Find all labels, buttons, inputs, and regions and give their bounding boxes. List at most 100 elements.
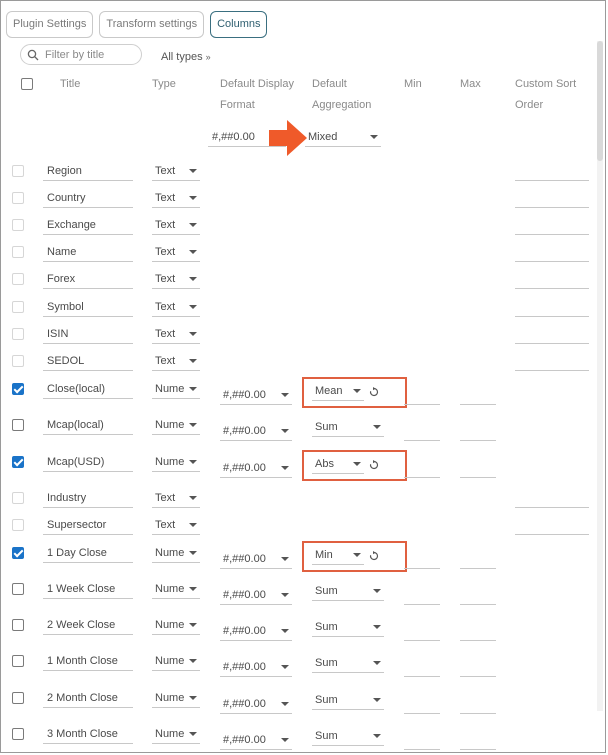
min-input[interactable]	[404, 585, 440, 605]
min-input[interactable]	[404, 549, 440, 569]
row-checkbox[interactable]	[12, 419, 24, 431]
custom-sort-input[interactable]	[515, 488, 589, 508]
column-type-select[interactable]: Nume	[152, 452, 200, 472]
min-input[interactable]	[404, 730, 440, 750]
row-checkbox[interactable]	[12, 246, 24, 258]
custom-sort-input[interactable]	[515, 324, 589, 344]
custom-sort-input[interactable]	[515, 297, 589, 317]
max-input[interactable]	[460, 385, 496, 405]
tab-plugin-settings[interactable]: Plugin Settings	[6, 11, 94, 38]
column-title-input[interactable]: 1 Month Close	[43, 651, 133, 671]
row-checkbox[interactable]	[12, 492, 24, 504]
column-type-select[interactable]: Text	[152, 161, 200, 181]
aggregation-select[interactable]: Sum	[312, 581, 384, 601]
column-type-select[interactable]: Nume	[152, 688, 200, 708]
column-title-input[interactable]: 3 Month Close	[43, 724, 133, 744]
row-checkbox[interactable]	[12, 355, 24, 367]
column-type-select[interactable]: Nume	[152, 579, 200, 599]
custom-sort-input[interactable]	[515, 242, 589, 262]
column-type-select[interactable]: Text	[152, 351, 200, 371]
min-input[interactable]	[404, 694, 440, 714]
column-type-select[interactable]: Text	[152, 297, 200, 317]
min-input[interactable]	[404, 421, 440, 441]
row-checkbox[interactable]	[12, 583, 24, 595]
column-title-input[interactable]: Region	[43, 161, 133, 181]
display-format-select[interactable]: #,##0.00	[220, 621, 292, 641]
display-format-select[interactable]: #,##0.00	[220, 421, 292, 441]
display-format-select[interactable]: #,##0.00	[220, 385, 292, 405]
aggregation-select[interactable]: Sum	[312, 690, 384, 710]
display-format-select[interactable]: #,##0.00	[220, 549, 292, 569]
column-title-input[interactable]: Close(local)	[43, 379, 133, 399]
column-title-input[interactable]: Country	[43, 188, 133, 208]
max-input[interactable]	[460, 694, 496, 714]
column-type-select[interactable]: Text	[152, 324, 200, 344]
column-type-select[interactable]: Nume	[152, 543, 200, 563]
custom-sort-input[interactable]	[515, 351, 589, 371]
column-type-select[interactable]: Nume	[152, 415, 200, 435]
display-format-select[interactable]: #,##0.00	[220, 730, 292, 750]
column-title-input[interactable]: Mcap(local)	[43, 415, 133, 435]
tab-transform-settings[interactable]: Transform settings	[99, 11, 205, 38]
column-type-select[interactable]: Text	[152, 488, 200, 508]
row-checkbox[interactable]	[12, 519, 24, 531]
row-checkbox[interactable]	[12, 383, 24, 395]
row-checkbox[interactable]	[12, 328, 24, 340]
all-types-dropdown[interactable]: All types»	[161, 51, 211, 63]
column-title-input[interactable]: 2 Week Close	[43, 615, 133, 635]
row-checkbox[interactable]	[12, 547, 24, 559]
row-checkbox[interactable]	[12, 692, 24, 704]
column-title-input[interactable]: Supersector	[43, 515, 133, 535]
aggregation-select[interactable]: Sum	[312, 617, 384, 637]
row-checkbox[interactable]	[12, 728, 24, 740]
column-type-select[interactable]: Text	[152, 269, 200, 289]
column-type-select[interactable]: Text	[152, 188, 200, 208]
custom-sort-input[interactable]	[515, 215, 589, 235]
max-input[interactable]	[460, 458, 496, 478]
column-title-input[interactable]: Industry	[43, 488, 133, 508]
min-input[interactable]	[404, 458, 440, 478]
filter-by-title[interactable]	[20, 44, 142, 65]
column-type-select[interactable]: Nume	[152, 724, 200, 744]
bulk-aggregation-select[interactable]: Mixed	[305, 127, 381, 147]
column-type-select[interactable]: Text	[152, 515, 200, 535]
custom-sort-input[interactable]	[515, 515, 589, 535]
column-title-input[interactable]: Exchange	[43, 215, 133, 235]
display-format-select[interactable]: #,##0.00	[220, 458, 292, 478]
custom-sort-input[interactable]	[515, 161, 589, 181]
custom-sort-input[interactable]	[515, 269, 589, 289]
max-input[interactable]	[460, 657, 496, 677]
row-checkbox[interactable]	[12, 273, 24, 285]
column-type-select[interactable]: Nume	[152, 615, 200, 635]
tab-columns[interactable]: Columns	[210, 11, 268, 38]
row-checkbox[interactable]	[12, 301, 24, 313]
row-checkbox[interactable]	[12, 165, 24, 177]
aggregation-select[interactable]: Sum	[312, 417, 384, 437]
min-input[interactable]	[404, 385, 440, 405]
max-input[interactable]	[460, 621, 496, 641]
column-title-input[interactable]: 1 Day Close	[43, 543, 133, 563]
row-checkbox[interactable]	[12, 192, 24, 204]
min-input[interactable]	[404, 657, 440, 677]
select-all-checkbox[interactable]	[21, 78, 33, 90]
column-title-input[interactable]: Forex	[43, 269, 133, 289]
column-title-input[interactable]: 1 Week Close	[43, 579, 133, 599]
display-format-select[interactable]: #,##0.00	[220, 694, 292, 714]
display-format-select[interactable]: #,##0.00	[220, 585, 292, 605]
column-type-select[interactable]: Nume	[152, 651, 200, 671]
row-checkbox[interactable]	[12, 655, 24, 667]
column-title-input[interactable]: Symbol	[43, 297, 133, 317]
scrollbar-thumb[interactable]	[597, 41, 603, 161]
column-title-input[interactable]: SEDOL	[43, 351, 133, 371]
max-input[interactable]	[460, 549, 496, 569]
vertical-scrollbar[interactable]	[597, 41, 603, 711]
column-title-input[interactable]: 2 Month Close	[43, 688, 133, 708]
column-type-select[interactable]: Text	[152, 215, 200, 235]
row-checkbox[interactable]	[12, 219, 24, 231]
min-input[interactable]	[404, 621, 440, 641]
filter-input[interactable]	[45, 48, 133, 61]
row-checkbox[interactable]	[12, 619, 24, 631]
custom-sort-input[interactable]	[515, 188, 589, 208]
row-checkbox[interactable]	[12, 456, 24, 468]
column-title-input[interactable]: Mcap(USD)	[43, 452, 133, 472]
